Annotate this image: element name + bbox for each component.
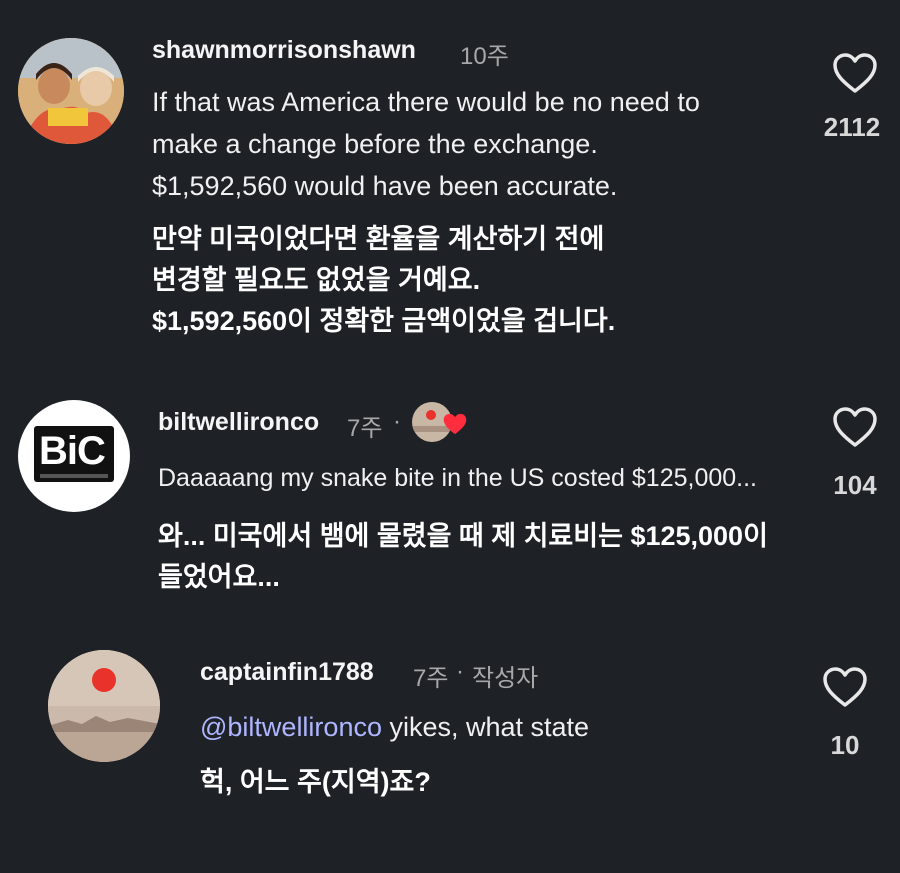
user-avatar[interactable]: BiC <box>18 400 130 512</box>
comment-username[interactable]: shawnmorrisonshawn <box>152 36 416 65</box>
heart-outline-icon <box>833 53 877 93</box>
author-badge: 작성자 <box>472 665 539 692</box>
translation-text: 헉, 어느 주(지역)죠? <box>200 762 431 803</box>
avatar-photo <box>48 650 160 762</box>
comment-text-line: $1,592,560 would have been accurate. <box>152 171 618 201</box>
meta-separator: · <box>456 658 464 685</box>
bic-logo-text: BiC <box>39 429 106 473</box>
comment-text-line: If that was America there would be no ne… <box>152 87 700 117</box>
like-count: 10 <box>830 730 860 760</box>
comment-text: Daaaaang my snake bite in the US costed … <box>158 457 757 499</box>
comment-text-rest: yikes, what state <box>381 712 590 742</box>
red-heart-icon <box>443 413 467 435</box>
translation-line: 헉, 어느 주(지역)죠? <box>200 767 431 797</box>
comment-time: 7주 <box>347 415 383 442</box>
translation-line: 변경할 필요도 없었을 거예요. <box>152 265 481 295</box>
translation-line: 만약 미국이었다면 환율을 계산하기 전에 <box>152 224 605 254</box>
comment-username[interactable]: biltwellironco <box>158 408 319 437</box>
like-count: 2112 <box>823 112 881 142</box>
translation-text: 만약 미국이었다면 환율을 계산하기 전에 변경할 필요도 없었을 거예요. $… <box>152 219 615 342</box>
translation-text: 와... 미국에서 뱀에 물렸을 때 제 치료비는 $125,000이 들었어요… <box>158 516 768 598</box>
heart-outline-icon <box>833 407 877 447</box>
heart-outline-icon <box>823 667 867 707</box>
translation-line: 들었어요... <box>158 562 280 592</box>
like-count: 104 <box>833 470 877 500</box>
user-avatar[interactable] <box>48 650 160 762</box>
mention-link[interactable]: @biltwellironco <box>200 712 382 742</box>
comment-username[interactable]: captainfin1788 <box>200 658 374 687</box>
avatar-photo <box>18 38 124 144</box>
bic-logo: BiC <box>34 426 114 482</box>
comment-text: If that was America there would be no ne… <box>152 81 700 207</box>
bic-logo-stripe <box>40 474 108 478</box>
meta-separator: · <box>393 408 401 435</box>
comment-text-line: make a change before the exchange. <box>152 129 598 159</box>
like-button[interactable] <box>822 666 868 708</box>
translation-line: 와... 미국에서 뱀에 물렸을 때 제 치료비는 $125,000이 <box>158 521 768 551</box>
comment-time: 7주 <box>413 665 449 692</box>
comment-text: @biltwellironco yikes, what state <box>200 706 589 748</box>
like-button[interactable] <box>832 406 878 448</box>
comment-time: 10주 <box>460 43 509 70</box>
author-liked-badge <box>412 402 472 444</box>
comment-text-line: Daaaaang my snake bite in the US costed … <box>158 464 757 492</box>
like-button[interactable] <box>832 52 878 94</box>
user-avatar[interactable] <box>18 38 124 144</box>
translation-line: $1,592,560이 정확한 금액이었을 겁니다. <box>152 306 616 336</box>
